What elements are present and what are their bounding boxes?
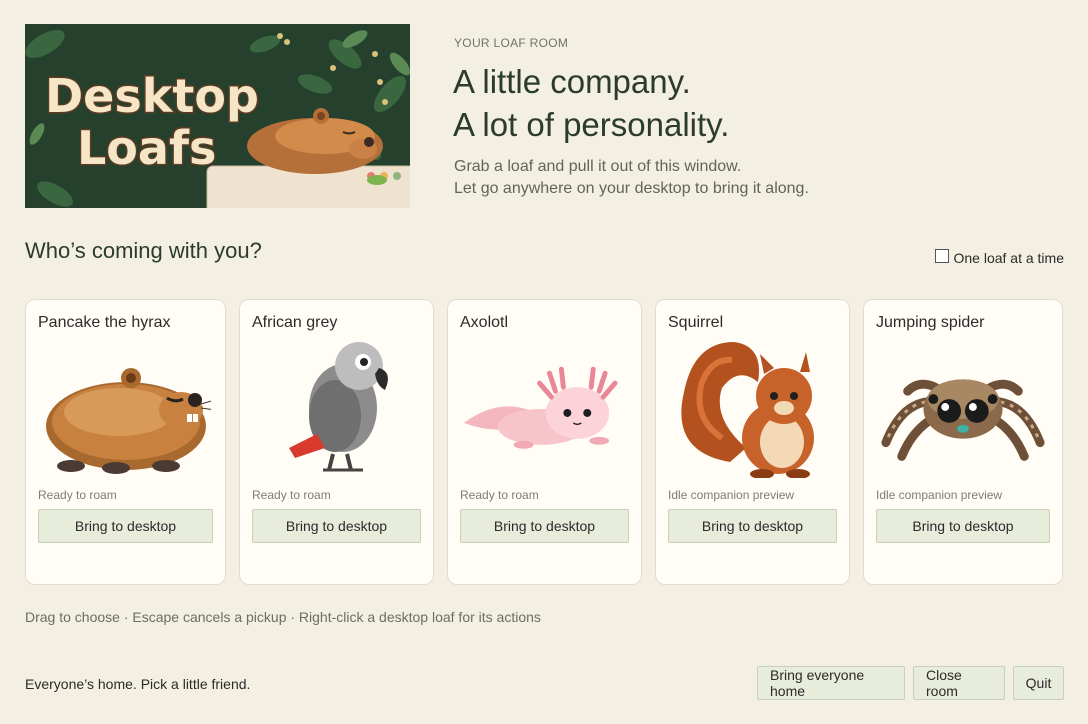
loaf-name: Axolotl [460, 314, 509, 331]
quit-button[interactable]: Quit [1013, 666, 1064, 700]
one-loaf-toggle[interactable]: One loaf at a time [935, 249, 1064, 266]
hero-subtitle-line1: Grab a loaf and pull it out of this wind… [454, 158, 742, 175]
bring-to-desktop-button-axolotl[interactable]: Bring to desktop [460, 509, 629, 543]
close-room-button[interactable]: Close room [913, 666, 1005, 700]
bring-to-desktop-button-squirrel[interactable]: Bring to desktop [668, 509, 837, 543]
loaf-card-african-grey[interactable]: African grey Ready to roam Bring to desk… [239, 299, 434, 585]
loaf-status: Ready to roam [38, 488, 117, 502]
usage-hint: Drag to choose · Escape cancels a pickup… [25, 609, 541, 625]
one-loaf-checkbox[interactable] [935, 249, 950, 263]
hero-logo-line1: Desktop [45, 69, 259, 123]
one-loaf-label: One loaf at a time [953, 250, 1064, 266]
hero-subtitle: Grab a loaf and pull it out of this wind… [454, 156, 809, 200]
loaf-name: Squirrel [668, 314, 724, 331]
loaf-status: Idle companion preview [668, 488, 795, 502]
hero-subtitle-line2: Let go anywhere on your desktop to bring… [454, 180, 809, 197]
parrot-icon[interactable] [252, 338, 421, 478]
hero-title-line1: A little company. [453, 63, 691, 100]
loaf-status: Ready to roam [460, 488, 539, 502]
loaf-name: Jumping spider [876, 314, 985, 331]
loaf-status: Ready to roam [252, 488, 331, 502]
bring-to-desktop-button-jumping-spider[interactable]: Bring to desktop [876, 509, 1050, 543]
hyrax-icon[interactable] [38, 338, 213, 478]
loaf-status: Idle companion preview [876, 488, 1003, 502]
spider-icon[interactable] [876, 338, 1050, 478]
loaf-card-hyrax[interactable]: Pancake the hyrax Ready to roam Bring to… [25, 299, 226, 585]
loaf-card-axolotl[interactable]: Axolotl Ready to roam Bring to desktop [447, 299, 642, 585]
hero-logo-line2: Loafs [77, 121, 216, 175]
hero-banner-image: Desktop Loafs [25, 24, 410, 208]
hero-title-line2: A lot of personality. [453, 106, 730, 143]
bring-to-desktop-button-hyrax[interactable]: Bring to desktop [38, 509, 213, 543]
squirrel-icon[interactable] [668, 338, 837, 478]
loaf-name: Pancake the hyrax [38, 314, 171, 331]
loaf-card-squirrel[interactable]: Squirrel Idle companion preview Bring to… [655, 299, 850, 585]
loaf-card-jumping-spider[interactable]: Jumping spider Idle companion preview Br… [863, 299, 1063, 585]
bring-everyone-home-button[interactable]: Bring everyone home [757, 666, 905, 700]
axolotl-icon[interactable] [460, 338, 629, 478]
loaf-name: African grey [252, 314, 338, 331]
bring-to-desktop-button-african-grey[interactable]: Bring to desktop [252, 509, 421, 543]
section-title: Who’s coming with you? [25, 238, 262, 263]
hero-eyebrow: YOUR LOAF ROOM [454, 36, 569, 50]
footer-status: Everyone’s home. Pick a little friend. [25, 676, 251, 692]
hero-title: A little company. A lot of personality. [453, 60, 729, 146]
